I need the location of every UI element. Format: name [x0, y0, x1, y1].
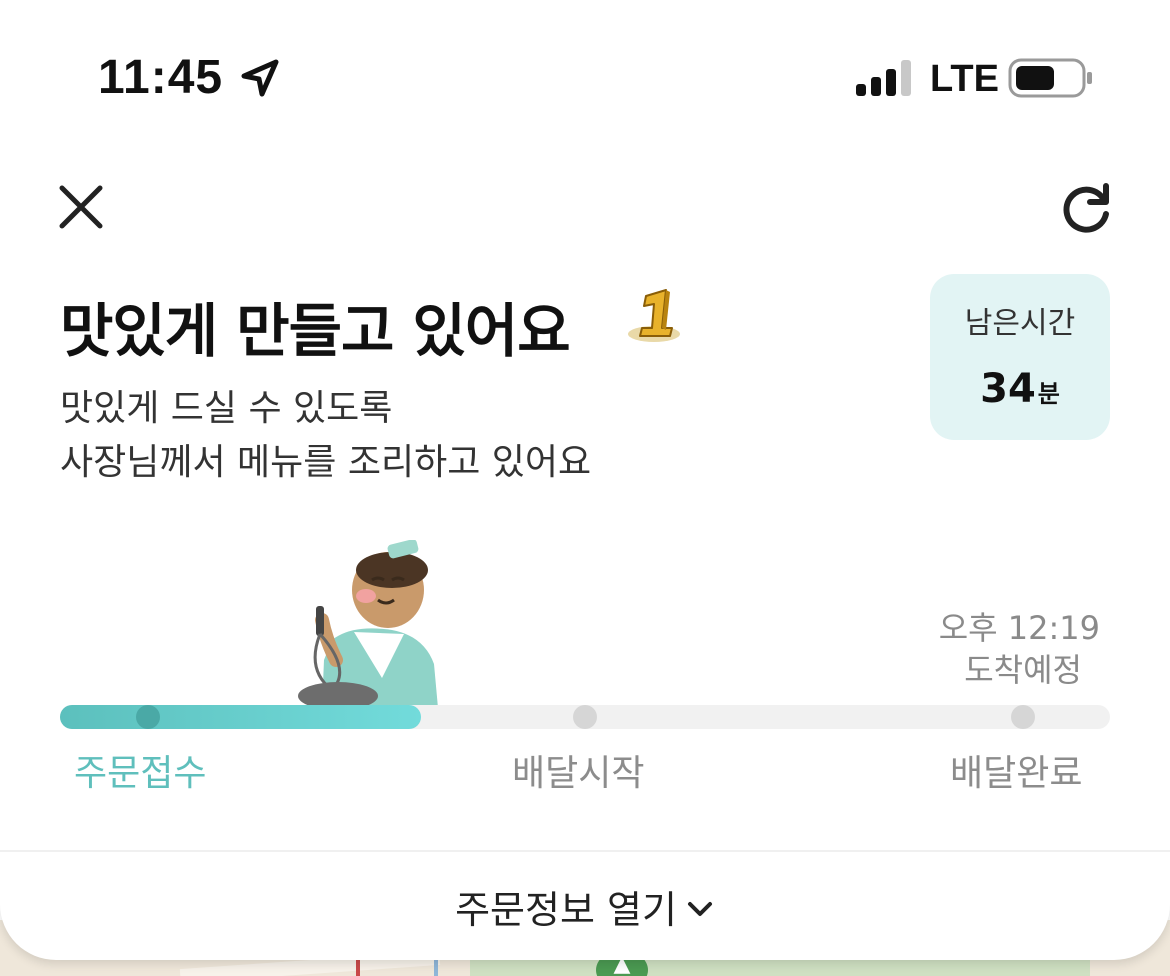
status-time: 11:45: [98, 51, 224, 104]
progress-step-dot-2: [573, 705, 597, 729]
delivery-progress-fill: [60, 705, 422, 729]
refresh-icon[interactable]: [1060, 180, 1116, 236]
progress-step-dot-1: [136, 705, 160, 729]
eta-time: 오후 12:19: [938, 609, 1100, 647]
close-icon[interactable]: [56, 182, 106, 232]
remaining-time-card: 남은시간 34분: [930, 274, 1110, 440]
chef-mascot-illustration: [298, 540, 438, 708]
progress-step-dot-3: [1011, 705, 1035, 729]
location-arrow-icon: [241, 59, 279, 97]
step-order-received: 주문접수: [74, 753, 207, 794]
remaining-time-unit: 분: [1037, 380, 1060, 408]
estimated-arrival: 오후 12:19 도착예정: [900, 608, 1100, 692]
step-delivery-complete: 배달완료: [950, 753, 1083, 794]
page-title: 맛있게 만들고 있어요: [60, 297, 571, 365]
step-delivery-started: 배달시작: [512, 753, 645, 794]
order-info-label: 주문정보 열기: [455, 887, 677, 932]
status-description-line2: 사장님께서 메뉴를 조리하고 있어요: [60, 442, 592, 483]
eta-label: 도착예정: [964, 651, 1082, 689]
status-description: 맛있게 드실 수 있도록 사장님께서 메뉴를 조리하고 있어요: [60, 382, 591, 490]
gold-number-one-icon: [628, 289, 680, 342]
chevron-down-icon: [687, 902, 712, 916]
remaining-time-number: 34: [980, 366, 1036, 412]
status-description-line1: 맛있게 드실 수 있도록: [60, 388, 393, 429]
order-info-toggle-button[interactable]: 주문정보 열기: [0, 852, 1170, 960]
order-status-sheet: 11:45 LTE 맛있게 만들고 있어요 맛있게 드실 수 있도록 사장님께서…: [0, 0, 1170, 960]
remaining-time-value: 34분: [980, 366, 1060, 412]
battery-icon: [1008, 58, 1092, 98]
network-type: LTE: [930, 58, 999, 100]
cellular-signal-icon: [856, 60, 911, 96]
remaining-time-label: 남은시간: [964, 306, 1076, 341]
